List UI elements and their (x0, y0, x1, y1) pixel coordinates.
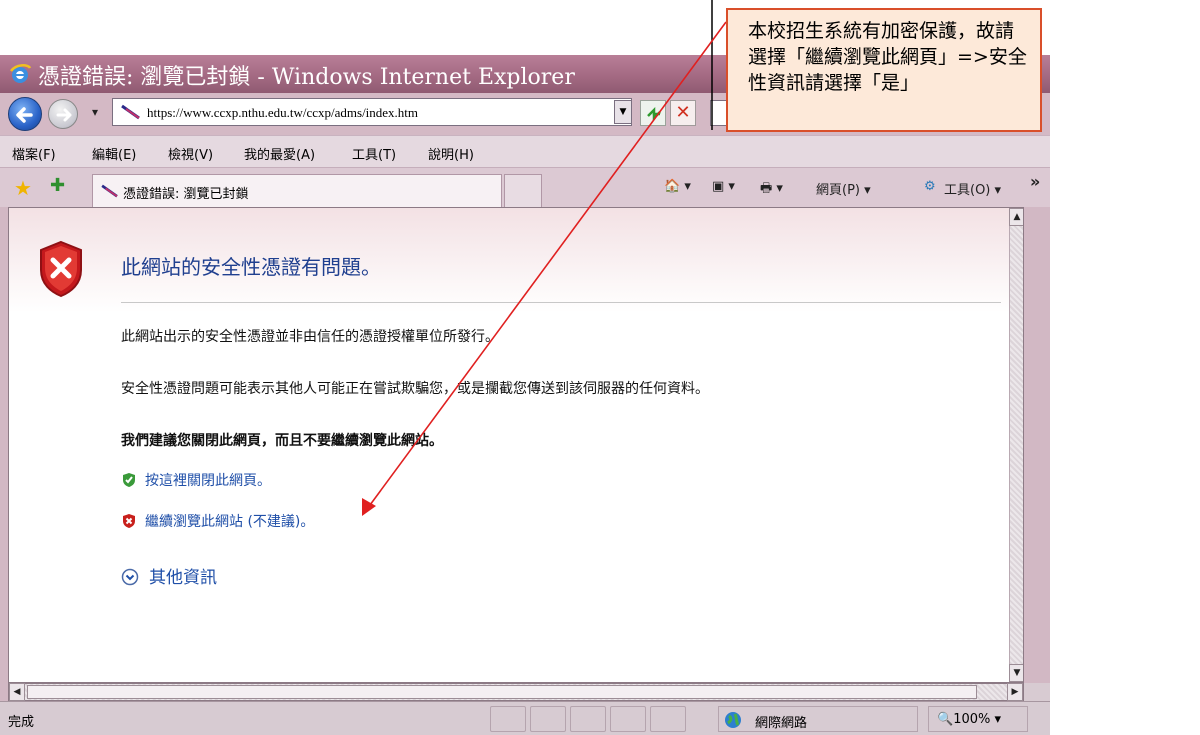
callout-text: 本校招生系統有加密保護，故請選擇「繼續瀏覽此網頁」=>安全性資訊請選擇「是」 (748, 20, 1027, 94)
instruction-callout: 本校招生系統有加密保護，故請選擇「繼續瀏覽此網頁」=>安全性資訊請選擇「是」 (726, 8, 1042, 132)
red-arrow-line (369, 21, 727, 506)
screenshot-stage: 憑證錯誤: 瀏覽已封鎖 - Windows Internet Explorer … (0, 0, 1200, 735)
